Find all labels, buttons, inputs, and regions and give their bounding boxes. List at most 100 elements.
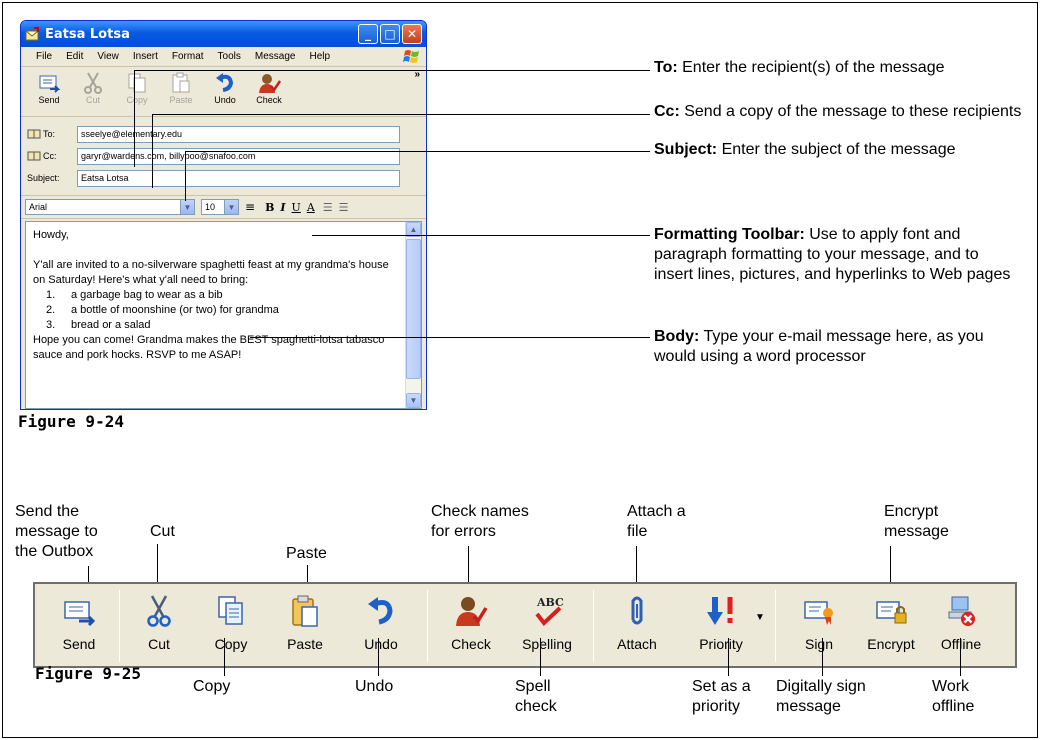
maximize-button[interactable]: □ bbox=[380, 24, 400, 44]
callout-subject-term: Subject: bbox=[654, 141, 718, 158]
callout-cc-desc: Send a copy of the message to these reci… bbox=[679, 103, 1022, 120]
list-number: 3. bbox=[46, 319, 56, 331]
priority-button[interactable]: Priority bbox=[685, 594, 757, 652]
callout-subject: Subject: Enter the subject of the messag… bbox=[654, 140, 955, 160]
subject-row: Subject: Eatsa Lotsa bbox=[27, 167, 420, 189]
menu-file[interactable]: File bbox=[29, 51, 59, 62]
send-icon bbox=[64, 601, 96, 627]
standard-toolbar: Send Cut Copy Paste Undo Check » bbox=[21, 67, 426, 117]
send-button[interactable]: Send bbox=[27, 71, 71, 105]
label-send-top: Send the message to the Outbox bbox=[15, 503, 98, 560]
subject-label: Subject: bbox=[27, 173, 60, 183]
list-number: 2. bbox=[46, 304, 56, 316]
font-size-value: 10 bbox=[205, 202, 216, 212]
menu-tools[interactable]: Tools bbox=[211, 51, 248, 62]
compose-window: Eatsa Lotsa _ □ ✕ File Edit View Insert … bbox=[20, 20, 427, 410]
paste-button[interactable]: Paste bbox=[269, 594, 341, 652]
to-field[interactable]: sseelye@elementary.edu bbox=[77, 125, 400, 143]
message-body[interactable]: Howdy, Y'all are invited to a no-silverw… bbox=[25, 221, 422, 409]
pointer-undo bbox=[378, 638, 379, 676]
italic-button[interactable]: I bbox=[280, 201, 285, 214]
new-message-icon bbox=[25, 26, 40, 40]
callout-body: Body: Type your e-mail message here, as … bbox=[654, 327, 1004, 367]
label-offline-bottom: Work offline bbox=[932, 678, 975, 715]
copy-button[interactable]: Copy bbox=[195, 594, 267, 652]
callout-cc: Cc: Send a copy of the message to these … bbox=[654, 102, 1021, 122]
attach-button[interactable]: Attach bbox=[601, 594, 673, 652]
copy-button[interactable]: Copy bbox=[115, 71, 159, 105]
spelling-label: Spelling bbox=[522, 636, 572, 652]
callout-to-desc: Enter the recipient(s) of the message bbox=[677, 59, 945, 76]
cc-label[interactable]: Cc: bbox=[27, 151, 77, 161]
scroll-thumb[interactable] bbox=[406, 239, 421, 379]
sign-icon bbox=[804, 601, 833, 625]
menu-message[interactable]: Message bbox=[248, 51, 303, 62]
encrypt-icon bbox=[876, 601, 907, 624]
pointer-offline bbox=[960, 638, 961, 676]
minimize-button[interactable]: _ bbox=[358, 24, 378, 44]
cut-label: Cut bbox=[85, 95, 100, 105]
label-undo-bottom: Undo bbox=[355, 678, 394, 695]
figure-caption-1: Figure 9-24 bbox=[18, 412, 124, 431]
menu-format[interactable]: Format bbox=[165, 51, 211, 62]
check-names-label: Check bbox=[451, 636, 491, 652]
copy-icon bbox=[218, 596, 243, 625]
attach-label: Attach bbox=[617, 636, 657, 652]
font-size-select[interactable]: 10 ▼ bbox=[201, 199, 239, 215]
scroll-down-icon[interactable]: ▼ bbox=[406, 393, 421, 408]
cut-button[interactable]: Cut bbox=[123, 594, 195, 652]
paragraph-style-icon[interactable]: ≡ bbox=[245, 200, 255, 214]
callout-formatting-term: Formatting Toolbar: bbox=[654, 226, 805, 243]
subject-field[interactable]: Eatsa Lotsa bbox=[77, 169, 400, 187]
title-bar[interactable]: Eatsa Lotsa _ □ ✕ bbox=[21, 21, 426, 47]
dropdown-arrow-icon: ▼ bbox=[180, 200, 194, 214]
priority-dropdown-icon[interactable]: ▼ bbox=[755, 612, 765, 623]
paperclip-icon bbox=[631, 596, 643, 625]
paste-icon bbox=[172, 72, 190, 93]
sign-button[interactable]: Sign bbox=[783, 594, 855, 652]
offline-button[interactable]: Offline bbox=[925, 594, 997, 652]
label-priority-bottom: Set as a priority bbox=[692, 678, 751, 715]
list-text: a garbage bag to wear as a bib bbox=[71, 289, 223, 301]
list-item: 2. a bottle of moonshine (or two) for gr… bbox=[33, 303, 397, 318]
spelling-icon: ABC bbox=[535, 596, 564, 626]
to-label[interactable]: To: bbox=[27, 129, 77, 139]
font-select[interactable]: Arial ▼ bbox=[25, 199, 195, 215]
callout-to-term: To: bbox=[654, 59, 678, 76]
encrypt-button[interactable]: Encrypt bbox=[855, 594, 927, 652]
list-item: 3. bread or a salad bbox=[33, 318, 397, 333]
dropdown-arrow-icon: ▼ bbox=[224, 200, 238, 214]
copy-label: Copy bbox=[214, 636, 248, 652]
check-names-label: Check bbox=[256, 95, 282, 105]
address-book-icon bbox=[27, 129, 41, 139]
windows-logo-icon bbox=[403, 50, 419, 63]
numbered-list-icon[interactable]: ☰ bbox=[323, 201, 333, 214]
menu-insert[interactable]: Insert bbox=[126, 51, 165, 62]
cut-button[interactable]: Cut bbox=[71, 71, 115, 105]
bold-button[interactable]: B bbox=[265, 201, 274, 214]
undo-button[interactable]: Undo bbox=[345, 594, 417, 652]
body-para1: Y'all are invited to a no-silverware spa… bbox=[33, 259, 389, 286]
menu-edit[interactable]: Edit bbox=[59, 51, 90, 62]
menu-help[interactable]: Help bbox=[302, 51, 337, 62]
paste-icon bbox=[292, 595, 318, 627]
check-names-button[interactable]: Check bbox=[435, 594, 507, 652]
font-value: Arial bbox=[29, 202, 48, 212]
toolbar-separator bbox=[593, 590, 594, 662]
cc-row: Cc: garyr@wardens.com, billyboo@snafoo.c… bbox=[27, 145, 420, 167]
spelling-button[interactable]: ABC Spelling bbox=[511, 594, 583, 652]
font-color-button[interactable]: A bbox=[307, 201, 315, 214]
check-names-button[interactable]: Check bbox=[247, 71, 291, 105]
undo-button[interactable]: Undo bbox=[203, 71, 247, 105]
underline-button[interactable]: U bbox=[292, 201, 301, 214]
paste-button[interactable]: Paste bbox=[159, 71, 203, 105]
menu-view[interactable]: View bbox=[90, 51, 126, 62]
vertical-scrollbar[interactable]: ▲ ▼ bbox=[405, 222, 421, 408]
send-button[interactable]: Send bbox=[43, 594, 115, 652]
label-sign-bottom: Digitally sign message bbox=[776, 678, 866, 715]
send-label: Send bbox=[38, 95, 60, 105]
bullet-list-icon[interactable]: ☰ bbox=[339, 201, 349, 214]
send-label: Send bbox=[62, 636, 96, 652]
close-button[interactable]: ✕ bbox=[402, 24, 422, 44]
to-label-text: To: bbox=[43, 129, 56, 139]
